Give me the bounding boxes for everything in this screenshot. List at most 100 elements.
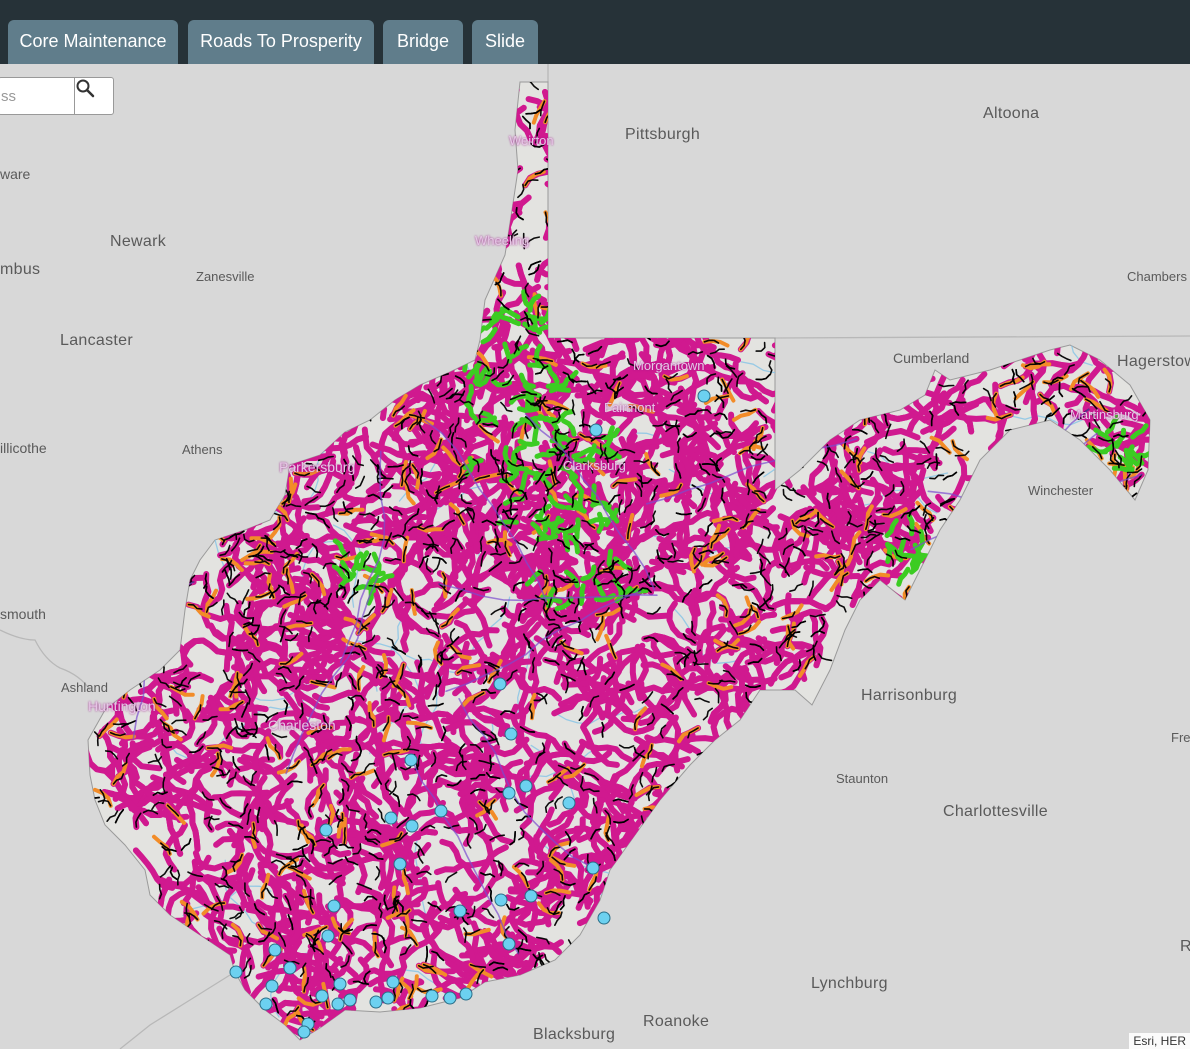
label-chillicothe: illicothe [0,440,47,456]
label-staunton: Staunton [836,771,889,786]
road-segment [194,937,212,995]
site-marker[interactable] [384,811,398,825]
site-marker[interactable] [369,995,383,1009]
site-marker[interactable] [321,929,335,943]
road-segment [391,1006,404,1040]
road-segment [578,583,586,606]
label-charlottesville: Charlottesville [943,803,1048,820]
site-marker[interactable] [297,1025,311,1039]
road-segment [474,363,480,387]
search-button[interactable] [74,78,114,114]
road-segment [437,303,491,324]
site-marker[interactable] [229,965,243,979]
site-marker[interactable] [586,861,600,875]
road-segment [964,475,1006,514]
label-pittsburgh: Pittsburgh [625,126,701,143]
road-segment [446,288,460,310]
label-ashland: Ashland [61,680,108,695]
map-view[interactable]: Pittsburgh Altoona Weirton ware Newark m… [0,64,1190,1049]
site-marker[interactable] [259,997,273,1011]
site-marker[interactable] [459,987,473,1001]
site-marker[interactable] [268,943,282,957]
site-marker[interactable] [502,937,516,951]
tab-core-maintenance[interactable]: Core Maintenance [8,20,178,64]
site-marker[interactable] [494,893,508,907]
label-athens: Athens [182,442,223,457]
label-weirton: Weirton [509,133,554,148]
site-marker[interactable] [443,991,457,1005]
label-portsmouth: smouth [0,606,46,622]
site-marker[interactable] [597,911,611,925]
site-marker[interactable] [381,991,395,1005]
site-marker[interactable] [502,786,516,800]
label-winchester: Winchester [1028,483,1094,498]
site-marker[interactable] [562,796,576,810]
label-chambersburg: Chambers [1127,269,1187,284]
road-segment [543,156,597,181]
site-marker[interactable] [265,979,279,993]
road-segment [434,369,449,376]
road-segment [837,379,855,437]
road-segment [1039,300,1062,357]
label-wheeling: Wheeling [475,233,530,248]
road-segment [456,303,476,319]
tab-bridge[interactable]: Bridge [383,20,463,64]
road-segment [906,513,915,537]
road-segment [200,499,240,543]
label-charleston: Charleston [268,717,336,733]
road-segment [1051,438,1095,468]
road-segment [652,790,709,812]
label-fairmont: Fairmont [604,400,656,415]
site-marker[interactable] [519,779,533,793]
site-marker[interactable] [504,727,518,741]
road-segment [830,381,873,426]
label-delaware: ware [0,166,31,182]
site-marker[interactable] [453,904,467,918]
label-columbus: mbus [0,261,41,278]
road-segment [359,412,372,422]
road-segment [603,881,609,897]
label-morgantown: Morgantown [633,358,705,373]
site-marker[interactable] [493,677,507,691]
road-segment [770,386,811,430]
road-segment [765,351,819,382]
site-marker[interactable] [386,975,400,989]
site-marker[interactable] [404,753,418,767]
map-canvas[interactable] [0,64,1190,1049]
road-segment [200,499,240,543]
tab-roads-to-prosperity[interactable]: Roads To Prosperity [188,20,374,64]
site-marker[interactable] [697,389,711,403]
road-segment [296,1009,356,1018]
road-segment [837,379,855,437]
label-edge-r: R [1180,938,1190,955]
label-lynchburg: Lynchburg [811,975,888,992]
site-marker[interactable] [315,989,329,1003]
search-icon [76,79,95,98]
site-marker[interactable] [333,977,347,991]
site-marker[interactable] [319,823,333,837]
road-segment [771,352,823,382]
site-marker[interactable] [589,423,603,437]
road-segment [797,452,804,469]
site-marker[interactable] [425,989,439,1003]
site-marker[interactable] [434,804,448,818]
road-segment [771,340,824,371]
site-marker[interactable] [405,819,419,833]
road-segment [282,434,342,447]
label-lancaster: Lancaster [60,332,133,349]
site-marker[interactable] [393,857,407,871]
road-segment [916,528,925,551]
search-input[interactable] [0,78,73,114]
road-segment [628,832,664,884]
site-marker[interactable] [327,899,341,913]
tab-slide[interactable]: Slide [472,20,538,64]
road-segment [770,386,811,430]
site-marker[interactable] [283,961,297,975]
road-segment [1111,485,1126,495]
road-segment [423,329,450,383]
site-marker[interactable] [331,997,345,1011]
site-marker[interactable] [524,889,538,903]
site-marker[interactable] [343,993,357,1007]
map-attribution: Esri, HER [1129,1033,1190,1049]
label-hagerstown: Hagerstow [1117,353,1190,370]
